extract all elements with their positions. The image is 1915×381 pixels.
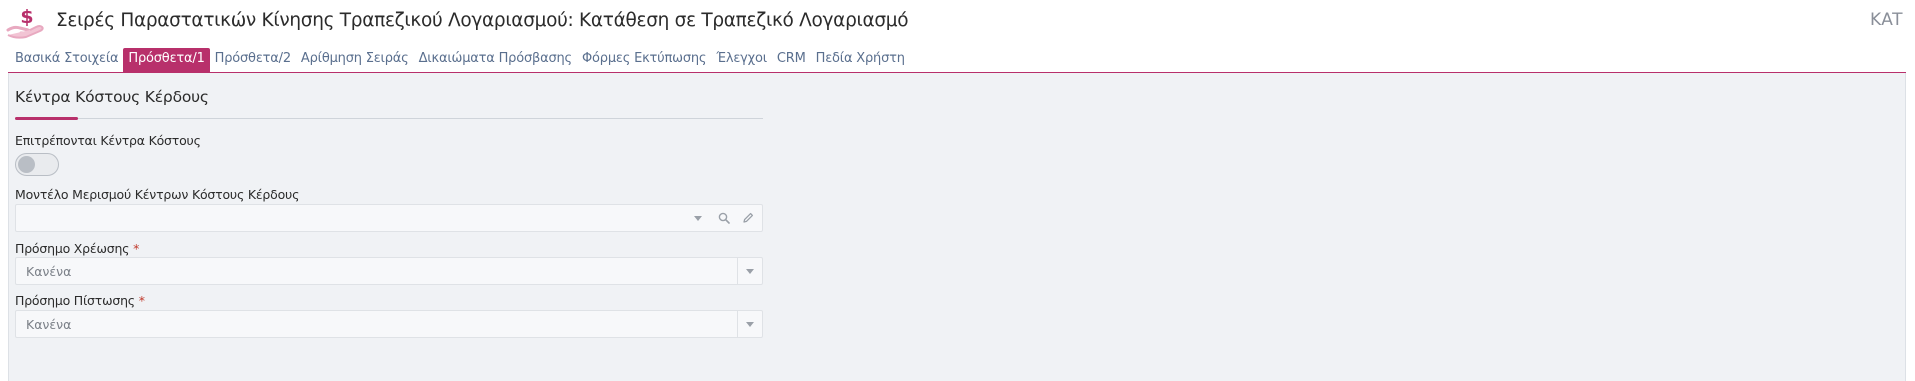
- allocation-model-field[interactable]: [15, 204, 763, 232]
- tab-crm[interactable]: CRM: [772, 48, 811, 72]
- debit-sign-label-text: Πρόσημο Χρέωσης: [15, 241, 130, 256]
- credit-sign-value: Κανένα: [26, 317, 72, 332]
- chevron-down-icon[interactable]: [738, 258, 762, 284]
- tab-user-fields[interactable]: Πεδία Χρήστη: [811, 48, 910, 72]
- money-hand-icon: $: [6, 6, 44, 39]
- debit-sign-value: Κανένα: [26, 264, 72, 279]
- search-icon[interactable]: [712, 205, 736, 231]
- section-accent-bar: [15, 117, 78, 120]
- tab-print-forms[interactable]: Φόρμες Εκτύπωσης: [577, 48, 711, 72]
- page-title: Σειρές Παραστατικών Κίνησης Τραπεζικού Λ…: [56, 10, 909, 31]
- chevron-down-icon[interactable]: [738, 311, 762, 337]
- section-divider: [15, 118, 763, 119]
- series-code: KAT: [1869, 10, 1903, 30]
- section-title: Κέντρα Κόστους Κέρδους: [15, 88, 209, 106]
- required-marker: *: [133, 241, 140, 256]
- required-marker: *: [138, 293, 145, 308]
- tab-access-rights[interactable]: Δικαιώματα Πρόσβασης: [414, 48, 577, 72]
- toggle-knob: [18, 156, 35, 173]
- edit-pencil-icon[interactable]: [736, 205, 760, 231]
- allow-cost-centers-label: Επιτρέπονται Κέντρα Κόστους: [15, 133, 201, 148]
- chevron-down-icon[interactable]: [686, 205, 710, 231]
- tab-bar: Βασικά Στοιχεία Πρόσθετα/1 Πρόσθετα/2 Αρ…: [10, 48, 910, 72]
- page-header: $ Σειρές Παραστατικών Κίνησης Τραπεζικού…: [0, 0, 1915, 46]
- svg-text:$: $: [20, 6, 33, 28]
- credit-sign-label: Πρόσημο Πίστωσης *: [15, 293, 145, 308]
- tab-additional-1[interactable]: Πρόσθετα/1: [123, 48, 210, 72]
- tab-additional-2[interactable]: Πρόσθετα/2: [210, 48, 296, 72]
- allow-cost-centers-toggle[interactable]: [15, 153, 59, 176]
- credit-sign-select[interactable]: Κανένα: [15, 310, 763, 338]
- tab-series-numbering[interactable]: Αρίθμηση Σειράς: [296, 48, 414, 72]
- credit-sign-label-text: Πρόσημο Πίστωσης: [15, 293, 135, 308]
- allocation-model-label: Μοντέλο Μερισμού Κέντρων Κόστους Κέρδους: [15, 187, 300, 202]
- tab-basic-info[interactable]: Βασικά Στοιχεία: [10, 48, 123, 72]
- debit-sign-label: Πρόσημο Χρέωσης *: [15, 241, 139, 256]
- tab-checks[interactable]: Έλεγχοι: [711, 48, 772, 72]
- debit-sign-select[interactable]: Κανένα: [15, 257, 763, 285]
